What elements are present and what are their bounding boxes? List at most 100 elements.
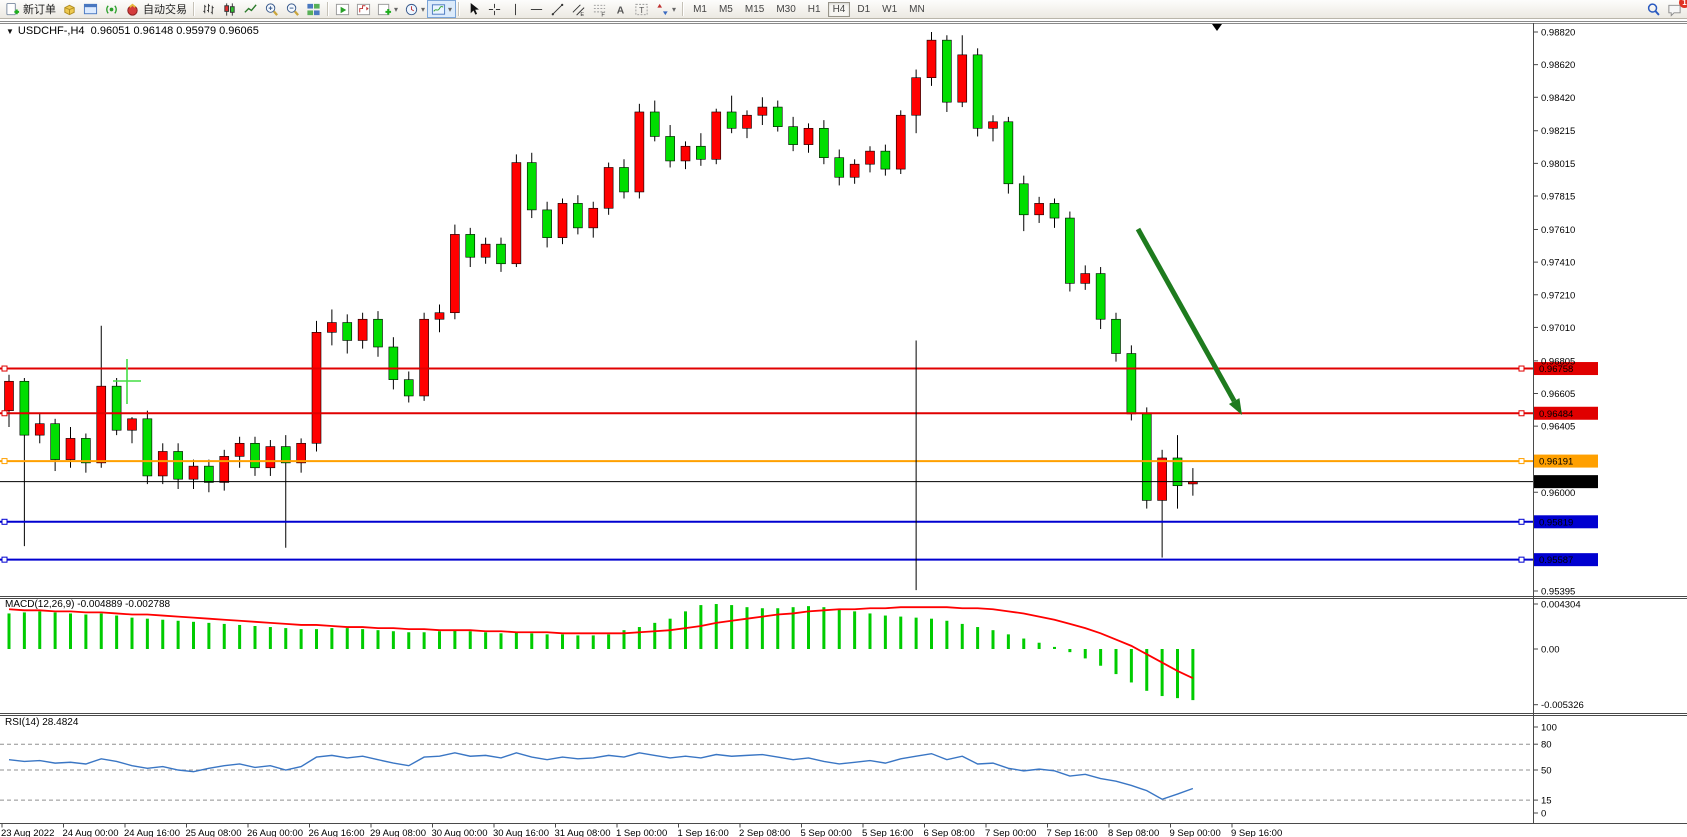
svg-text:23 Aug 2022: 23 Aug 2022 <box>1 828 54 837</box>
chart-window: 0.967580.964840.961910.960650.958190.955… <box>0 19 1687 837</box>
add-indicator-icon <box>377 2 392 17</box>
channel-tool-button[interactable]: E <box>568 1 589 17</box>
svg-text:50: 50 <box>1541 766 1552 777</box>
step-forward-button[interactable] <box>353 1 374 17</box>
line-chart-mode-button[interactable] <box>240 1 261 17</box>
svg-text:6 Sep 08:00: 6 Sep 08:00 <box>924 828 975 837</box>
step-chart-icon <box>356 2 371 17</box>
chevron-down-icon: ▾ <box>421 5 425 14</box>
svg-text:0: 0 <box>1541 809 1546 820</box>
signals-button[interactable] <box>101 1 122 17</box>
fibonacci-tool-button[interactable]: F <box>589 1 610 17</box>
svg-text:100: 100 <box>1541 723 1557 734</box>
macd-label: MACD(12,26,9) -0.004889 -0.002788 <box>5 599 170 610</box>
trendline-tool-button[interactable] <box>547 1 568 17</box>
new-order-button[interactable]: 新订单 <box>2 1 59 17</box>
text-tool-button[interactable]: A <box>610 1 631 17</box>
timeframe-mn[interactable]: MN <box>904 2 930 17</box>
svg-text:15: 15 <box>1541 796 1552 807</box>
svg-text:9 Sep 00:00: 9 Sep 00:00 <box>1170 828 1221 837</box>
text-icon: A <box>613 2 628 17</box>
svg-text:E: E <box>580 12 584 17</box>
tile-windows-icon <box>306 2 321 17</box>
chart-symbol-period: USDCHF-,H4 <box>18 25 85 37</box>
timeframe-m15[interactable]: M15 <box>740 2 769 17</box>
svg-text:8 Sep 08:00: 8 Sep 08:00 <box>1108 828 1159 837</box>
chevron-down-icon: ▾ <box>448 5 452 14</box>
add-indicator-button[interactable]: ▾ <box>374 1 401 17</box>
svg-text:0.97010: 0.97010 <box>1541 323 1575 334</box>
svg-text:7 Sep 16:00: 7 Sep 16:00 <box>1047 828 1098 837</box>
svg-text:30 Aug 00:00: 30 Aug 00:00 <box>432 828 488 837</box>
chart-canvas[interactable]: 0.967580.964840.961910.960650.958190.955… <box>0 19 1687 837</box>
zoom-out-icon <box>285 2 300 17</box>
cursor-tool-button[interactable] <box>463 1 484 17</box>
horizontal-line-icon <box>529 2 544 17</box>
market-watch-button[interactable] <box>80 1 101 17</box>
vertical-line-icon <box>508 2 523 17</box>
svg-text:2 Sep 08:00: 2 Sep 08:00 <box>739 828 790 837</box>
auto-trading-icon <box>125 2 140 17</box>
separator <box>193 2 195 16</box>
svg-text:-0.005326: -0.005326 <box>1541 700 1584 711</box>
svg-text:F: F <box>601 12 605 16</box>
svg-text:5 Sep 00:00: 5 Sep 00:00 <box>801 828 852 837</box>
timeframe-m1[interactable]: M1 <box>688 2 712 17</box>
vertical-line-tool-button[interactable] <box>505 1 526 17</box>
notification-badge: 1 <box>1679 0 1687 8</box>
svg-text:30 Aug 16:00: 30 Aug 16:00 <box>493 828 549 837</box>
svg-text:0.95819: 0.95819 <box>1539 517 1573 528</box>
svg-text:0.98820: 0.98820 <box>1541 28 1575 39</box>
svg-text:0.95395: 0.95395 <box>1541 586 1575 597</box>
svg-text:1 Sep 00:00: 1 Sep 00:00 <box>616 828 667 837</box>
bar-chart-mode-button[interactable] <box>198 1 219 17</box>
depth-of-market-button[interactable] <box>59 1 80 17</box>
separator <box>682 2 684 16</box>
play-chart-icon <box>335 2 350 17</box>
auto-trading-button[interactable]: 自动交易 <box>122 1 190 17</box>
text-label-icon: T <box>634 2 649 17</box>
bar-chart-icon <box>201 2 216 17</box>
svg-text:7 Sep 00:00: 7 Sep 00:00 <box>985 828 1036 837</box>
svg-text:1 Sep 16:00: 1 Sep 16:00 <box>678 828 729 837</box>
candle-chart-icon <box>222 2 237 17</box>
timeframe-h4[interactable]: H4 <box>828 2 851 17</box>
svg-text:A: A <box>617 5 625 16</box>
horizontal-line-tool-button[interactable] <box>526 1 547 17</box>
periods-button[interactable]: ▾ <box>401 1 428 17</box>
svg-text:0.96484: 0.96484 <box>1539 409 1573 420</box>
collapse-icon[interactable]: ▼ <box>6 27 14 36</box>
svg-text:29 Aug 08:00: 29 Aug 08:00 <box>370 828 426 837</box>
svg-text:24 Aug 00:00: 24 Aug 00:00 <box>63 828 119 837</box>
zoom-in-button[interactable] <box>261 1 282 17</box>
chevron-down-icon: ▾ <box>672 5 676 14</box>
timeframe-d1[interactable]: D1 <box>852 2 875 17</box>
svg-text:5 Sep 16:00: 5 Sep 16:00 <box>862 828 913 837</box>
crosshair-tool-button[interactable] <box>484 1 505 17</box>
strategy-tester-button[interactable] <box>332 1 353 17</box>
text-label-tool-button[interactable]: T <box>631 1 652 17</box>
zoom-out-button[interactable] <box>282 1 303 17</box>
signal-icon <box>104 2 119 17</box>
notifications-button[interactable]: 1 <box>1664 1 1685 17</box>
timeframe-w1[interactable]: W1 <box>877 2 902 17</box>
separator <box>458 2 460 16</box>
svg-text:0.97610: 0.97610 <box>1541 225 1575 236</box>
tile-windows-button[interactable] <box>303 1 324 17</box>
template-button[interactable]: ▾ <box>428 1 455 17</box>
chevron-down-icon: ▾ <box>394 5 398 14</box>
timeframe-m5[interactable]: M5 <box>714 2 738 17</box>
search-icon <box>1646 2 1661 17</box>
arrows-tool-button[interactable]: ▾ <box>652 1 679 17</box>
chart-ohlc-values: 0.96051 0.96148 0.95979 0.96065 <box>91 25 259 37</box>
svg-text:25 Aug 08:00: 25 Aug 08:00 <box>186 828 242 837</box>
timeframe-m30[interactable]: M30 <box>771 2 800 17</box>
svg-text:0.98215: 0.98215 <box>1541 126 1575 137</box>
fibonacci-icon: F <box>592 2 607 17</box>
search-button[interactable] <box>1643 1 1664 17</box>
svg-text:26 Aug 00:00: 26 Aug 00:00 <box>247 828 303 837</box>
separator <box>327 2 329 16</box>
line-chart-icon <box>243 2 258 17</box>
candle-chart-mode-button[interactable] <box>219 1 240 17</box>
timeframe-h1[interactable]: H1 <box>803 2 826 17</box>
